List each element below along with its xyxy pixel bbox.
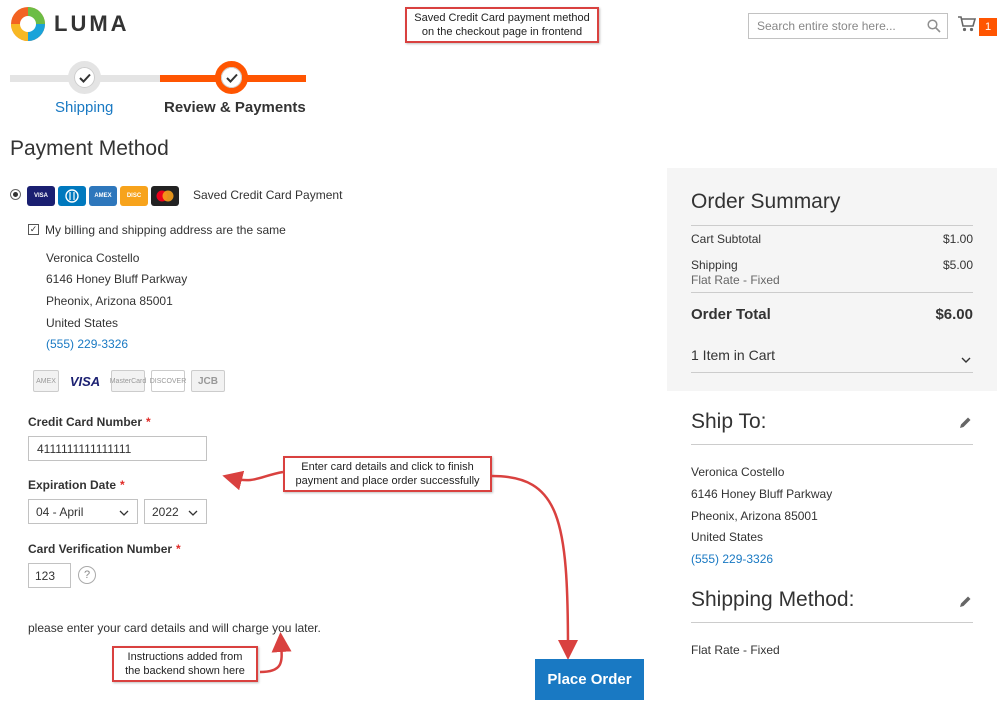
order-total-label: Order Total [691,306,771,323]
items-in-cart-toggle[interactable]: 1 Item in Cart [691,347,775,363]
ship-city: Pheonix, Arizona 85001 [691,509,818,523]
divider [691,372,973,373]
order-total-value: $6.00 [935,306,973,323]
ship-to-title: Ship To: [691,410,767,433]
ship-street: 6146 Honey Bluff Parkway [691,487,833,501]
chevron-down-icon[interactable] [961,350,971,368]
place-order-button[interactable]: Place Order [535,659,644,700]
ship-phone[interactable]: (555) 229-3326 [691,552,773,566]
ship-country: United States [691,530,764,544]
divider [691,292,973,293]
order-summary-title: Order Summary [691,190,841,213]
edit-pencil-icon[interactable] [958,595,972,614]
ship-name: Veronica Costello [691,465,785,479]
shipping-method-name: Flat Rate - Fixed [691,273,780,287]
shipping-value: $5.00 [942,258,973,272]
shipping-label: Shipping [691,258,738,272]
subtotal-value: $1.00 [942,232,973,246]
edit-pencil-icon[interactable] [958,416,972,435]
subtotal-label: Cart Subtotal [691,232,762,246]
divider [691,444,973,445]
shipping-method-title: Shipping Method: [691,588,855,611]
divider [691,225,973,226]
divider [691,622,973,623]
shipping-method-value: Flat Rate - Fixed [691,643,780,657]
